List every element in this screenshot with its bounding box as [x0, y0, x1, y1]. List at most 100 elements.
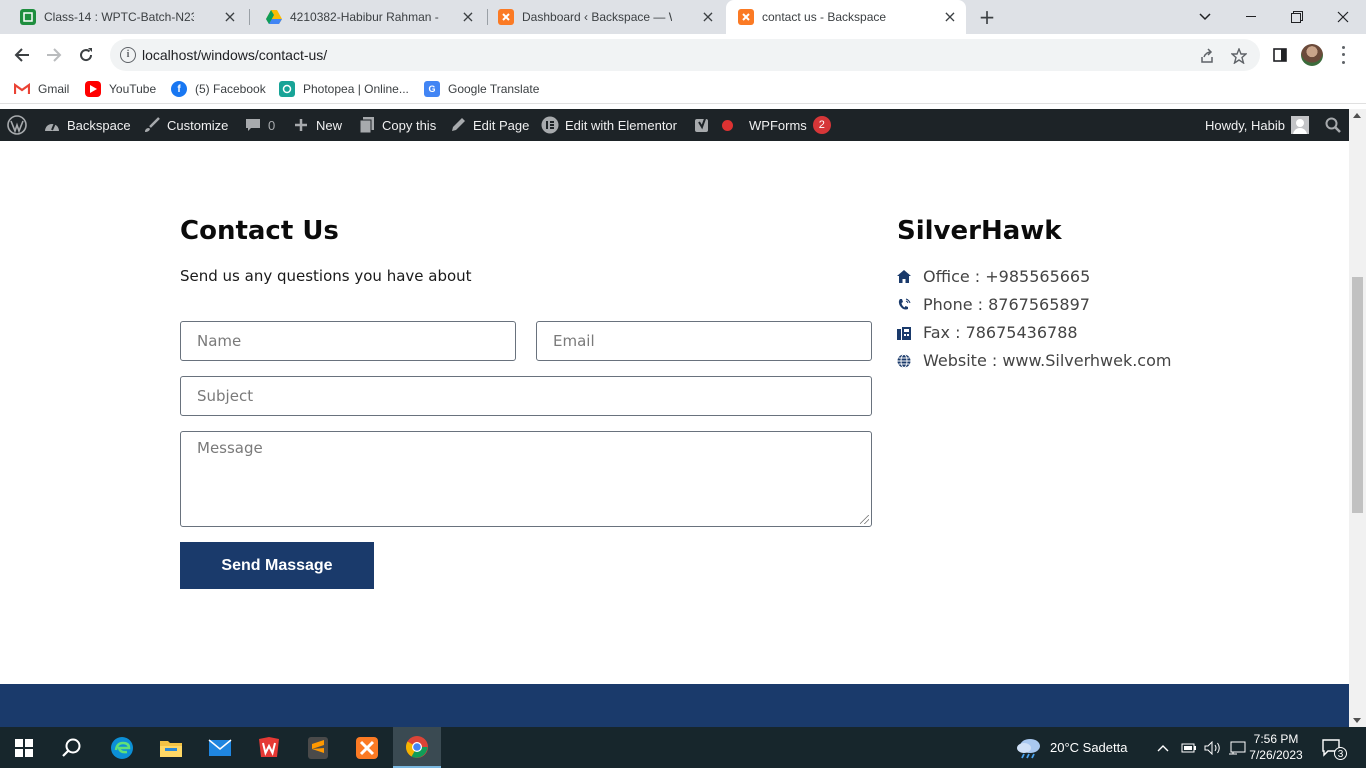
wpforms-label: WPForms: [749, 117, 807, 133]
wps-office-icon: [259, 736, 279, 757]
battery-indicator[interactable]: [1181, 727, 1197, 768]
weather-text: 20°C Sadetta: [1050, 740, 1128, 755]
taskbar-mail[interactable]: [196, 727, 244, 768]
wpforms-link[interactable]: WPForms 2: [749, 109, 831, 141]
pencil-icon: [449, 116, 467, 134]
bookmark-star-icon[interactable]: [1230, 47, 1248, 65]
xampp-icon: [738, 9, 754, 25]
scroll-up-arrow[interactable]: [1353, 113, 1361, 118]
taskbar-wps[interactable]: [245, 727, 293, 768]
page-scrollbar[interactable]: [1349, 109, 1366, 727]
bookmark-google-translate[interactable]: G Google Translate: [424, 81, 539, 97]
taskbar-sublime[interactable]: [294, 727, 342, 768]
google-drive-icon: [266, 9, 282, 25]
tab-classroom[interactable]: Class-14 : WPTC-Batch-N232-1 - ×: [2, 0, 246, 34]
weather-widget[interactable]: 20°C Sadetta: [1016, 727, 1127, 768]
tab-google-drive[interactable]: 4210382-Habibur Rahman - Goo ×: [248, 0, 484, 34]
resize-handle[interactable]: [860, 515, 869, 524]
close-icon[interactable]: ×: [222, 9, 238, 25]
forward-button[interactable]: [41, 42, 67, 68]
phone-icon: [897, 298, 911, 312]
dashboard-icon: [43, 116, 61, 134]
message-textarea[interactable]: Message: [180, 431, 872, 527]
taskbar-edge[interactable]: [98, 727, 146, 768]
edit-with-elementor-link[interactable]: Edit with Elementor: [541, 109, 677, 141]
customize-link[interactable]: Customize: [143, 109, 228, 141]
new-content-link[interactable]: New: [292, 109, 342, 141]
tab-title: 4210382-Habibur Rahman - Goo: [290, 10, 440, 24]
copy-this-link[interactable]: Copy this: [358, 109, 436, 141]
contact-heading: Contact Us: [180, 216, 339, 246]
google-translate-icon: G: [424, 81, 440, 97]
bookmark-photopea[interactable]: Photopea | Online...: [279, 81, 409, 97]
site-info-icon[interactable]: i: [120, 47, 136, 63]
tab-title: contact us - Backspace: [762, 10, 887, 24]
xampp-icon: [498, 9, 514, 25]
profile-avatar[interactable]: [1301, 44, 1323, 66]
bookmark-facebook[interactable]: f (5) Facebook: [171, 81, 266, 97]
office-text: Office : +985565665: [923, 267, 1091, 286]
website-info: Website : www.Silverhwek.com: [897, 351, 1171, 370]
subject-input[interactable]: Subject: [180, 376, 872, 416]
bookmark-gmail[interactable]: Gmail: [14, 81, 69, 97]
fax-info: Fax : 78675436788: [897, 323, 1078, 342]
restore-button[interactable]: [1274, 0, 1320, 34]
taskbar-xampp[interactable]: [343, 727, 391, 768]
email-input[interactable]: Email: [536, 321, 872, 361]
volume-control[interactable]: [1204, 727, 1222, 768]
mail-icon: [208, 738, 232, 756]
bookmarks-bar: Gmail YouTube f (5) Facebook Photopea | …: [0, 76, 1366, 104]
close-icon[interactable]: ×: [460, 9, 476, 25]
taskbar-chrome[interactable]: [393, 727, 441, 768]
wpforms-count-badge: 2: [812, 116, 831, 134]
name-input[interactable]: Name: [180, 321, 516, 361]
system-clock[interactable]: 7:56 PM 7/26/2023: [1246, 731, 1306, 763]
fax-icon: [897, 326, 911, 340]
taskbar-file-explorer[interactable]: [147, 727, 195, 768]
share-icon[interactable]: [1198, 47, 1216, 65]
site-name-link[interactable]: Backspace: [43, 109, 131, 141]
network-icon: [1229, 741, 1246, 754]
tab-dashboard[interactable]: Dashboard ‹ Backspace — WordP ×: [480, 0, 724, 34]
my-account-link[interactable]: Howdy, Habib: [1205, 109, 1309, 141]
bookmark-youtube[interactable]: YouTube: [85, 81, 156, 97]
reload-icon: [80, 48, 93, 62]
footer: [0, 684, 1349, 727]
wordpress-icon: [7, 115, 27, 135]
close-icon[interactable]: ×: [700, 9, 716, 25]
edit-page-link[interactable]: Edit Page: [449, 109, 529, 141]
yoast-seo-button[interactable]: [694, 109, 733, 141]
action-center-button[interactable]: 3: [1322, 727, 1347, 768]
scroll-down-arrow[interactable]: [1353, 718, 1361, 723]
show-hidden-icons[interactable]: [1157, 727, 1169, 768]
reload-button[interactable]: [73, 42, 99, 68]
clock-time: 7:56 PM: [1253, 732, 1299, 746]
tab-search-button[interactable]: [1182, 0, 1228, 34]
network-indicator[interactable]: [1228, 727, 1246, 768]
site-name: Backspace: [67, 117, 131, 133]
search-button[interactable]: [48, 727, 96, 768]
back-button[interactable]: [9, 42, 35, 68]
close-window-button[interactable]: [1320, 0, 1366, 34]
address-bar[interactable]: i localhost/windows/contact-us/: [110, 39, 1260, 71]
tab-title: Class-14 : WPTC-Batch-N232-1 -: [44, 10, 194, 24]
folder-icon: [160, 740, 182, 757]
bookmark-label: Photopea | Online...: [303, 82, 409, 96]
minimize-button[interactable]: [1228, 0, 1274, 34]
comment-icon: [244, 116, 262, 134]
start-button[interactable]: [0, 727, 48, 768]
wordpress-logo-button[interactable]: [7, 109, 27, 141]
admin-search-button[interactable]: [1325, 109, 1341, 141]
arrow-right-icon: [47, 48, 62, 62]
classroom-icon: [20, 9, 36, 25]
send-message-button[interactable]: Send Massage: [180, 542, 374, 589]
bookmark-label: Google Translate: [448, 82, 540, 96]
close-icon[interactable]: ×: [942, 9, 958, 25]
new-tab-button[interactable]: +: [976, 6, 998, 28]
side-panel-button[interactable]: [1267, 42, 1293, 68]
comments-link[interactable]: 0: [244, 109, 275, 141]
chrome-icon: [406, 735, 428, 758]
tab-contact-us[interactable]: contact us - Backspace ×: [726, 0, 966, 34]
chrome-menu-button[interactable]: [1335, 44, 1351, 66]
scroll-thumb[interactable]: [1352, 277, 1363, 513]
